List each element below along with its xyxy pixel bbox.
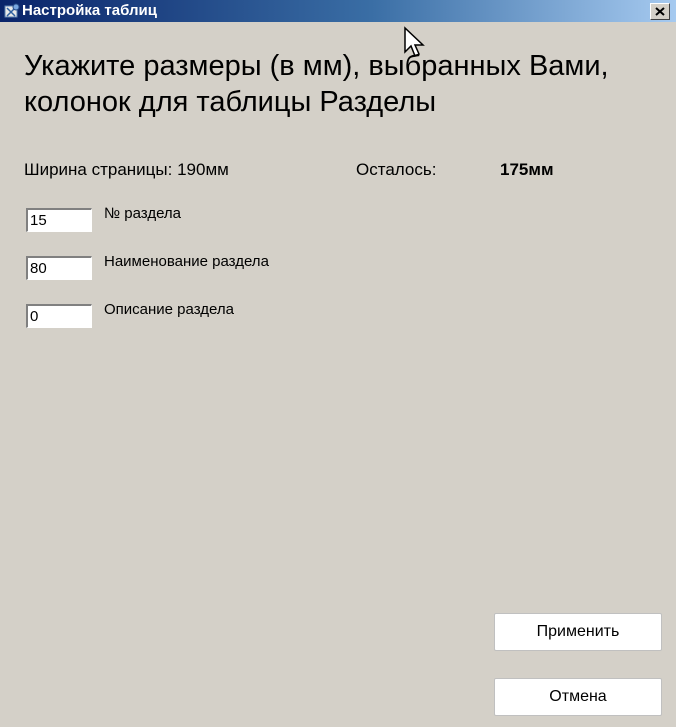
app-icon: [4, 3, 20, 18]
page-heading: Укажите размеры (в мм), выбранных Вами, …: [24, 50, 609, 118]
remaining-label: Осталось:: [356, 160, 437, 179]
section-name-label: Наименование раздела: [104, 253, 269, 270]
page-width-text: Ширина страницы: 190мм: [24, 160, 229, 179]
title-bar[interactable]: Настройка таблиц: [0, 0, 676, 22]
section-number-width-input[interactable]: [26, 208, 92, 232]
remaining-value: 175мм: [500, 160, 554, 179]
close-button[interactable]: [650, 3, 670, 20]
section-number-label: № раздела: [104, 205, 182, 222]
section-description-width-input[interactable]: [26, 304, 92, 328]
close-icon: [655, 7, 665, 16]
section-name-width-input[interactable]: [26, 256, 92, 280]
section-description-label: Описание раздела: [104, 301, 234, 318]
apply-button[interactable]: Применить: [494, 613, 662, 651]
window-title: Настройка таблиц: [22, 2, 157, 19]
cancel-button[interactable]: Отмена: [494, 678, 662, 716]
settings-dialog: Настройка таблиц Укажите размеры (в мм),…: [0, 0, 676, 727]
